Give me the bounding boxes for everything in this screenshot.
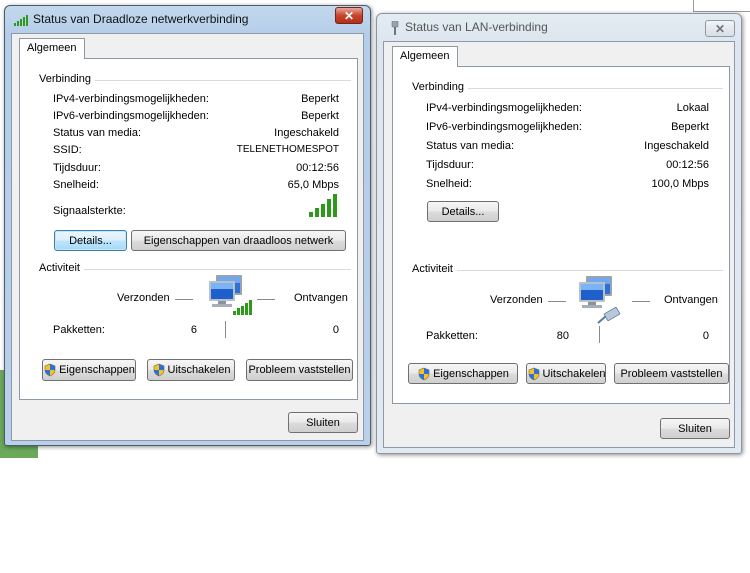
duration-label: Tijdsduur:	[426, 159, 474, 171]
close-button[interactable]: Sluiten	[288, 412, 358, 433]
packets-sent-value: 80	[556, 330, 569, 342]
lan-status-window: Status van LAN-verbinding ✕ Algemeen Ver…	[376, 13, 742, 454]
wireless-client-area: Algemeen Verbinding IPv4-verbindingsmoge…	[11, 33, 364, 441]
ipv6-value: Beperkt	[671, 121, 709, 133]
disable-button-label: Uitschakelen	[167, 364, 231, 376]
background-window-corner	[693, 0, 750, 12]
media-status-label: Status van media:	[426, 140, 515, 152]
media-status-label: Status van media:	[53, 127, 142, 139]
ipv4-value: Lokaal	[676, 102, 709, 114]
ipv4-label: IPv4-verbindingsmogelijkheden:	[53, 93, 209, 105]
ipv6-label: IPv6-verbindingsmogelijkheden:	[53, 110, 209, 122]
packets-sent-value: 6	[190, 324, 197, 336]
packets-divider	[599, 326, 600, 343]
ipv6-label: IPv6-verbindingsmogelijkheden:	[426, 121, 582, 133]
wireless-status-window: Status van Draadloze netwerkverbinding ✕…	[4, 5, 371, 446]
details-button[interactable]: Details...	[54, 230, 127, 251]
received-line	[632, 301, 650, 302]
close-window-button[interactable]: ✕	[335, 7, 363, 24]
packets-received-value: 0	[702, 330, 709, 342]
speed-label: Snelheid:	[53, 179, 99, 191]
signal-strength-bars-icon	[309, 194, 337, 217]
uac-shield-icon	[418, 367, 430, 380]
connection-group-label: Verbinding	[39, 73, 95, 85]
tab-algemeen[interactable]: Algemeen	[392, 46, 458, 67]
details-button[interactable]: Details...	[427, 201, 499, 222]
uac-shield-icon	[153, 363, 164, 377]
ipv4-label: IPv4-verbindingsmogelijkheden:	[426, 102, 582, 114]
wireless-properties-button[interactable]: Eigenschappen van draadloos netwerk	[131, 230, 346, 251]
ssid-value: TELENETHOMESPOT	[236, 144, 339, 155]
window-title: Status van Draadloze netwerkverbinding	[33, 12, 249, 26]
packets-label: Pakketten:	[53, 324, 105, 336]
wireless-titlebar[interactable]: Status van Draadloze netwerkverbinding ✕	[5, 6, 370, 33]
diagnose-button[interactable]: Probleem vaststellen	[614, 363, 729, 384]
duration-value: 00:12:56	[666, 159, 709, 171]
media-status-value: Ingeschakeld	[644, 140, 709, 152]
activity-group-line	[40, 269, 351, 270]
properties-button-label: Eigenschappen	[59, 364, 135, 376]
general-tab-panel: Verbinding IPv4-verbindingsmogelijkheden…	[19, 58, 358, 400]
received-label: Ontvangen	[294, 292, 348, 304]
connection-group-label: Verbinding	[412, 81, 468, 93]
signal-strength-label: Signaalsterkte:	[53, 205, 126, 217]
close-window-button[interactable]: ✕	[705, 20, 735, 37]
general-tab-panel: Verbinding IPv4-verbindingsmogelijkheden…	[392, 66, 730, 404]
wireless-signal-icon	[14, 15, 28, 26]
packets-label: Pakketten:	[426, 330, 478, 342]
speed-label: Snelheid:	[426, 178, 472, 190]
disable-button-label: Uitschakelen	[542, 367, 606, 380]
sent-line	[548, 301, 566, 302]
close-icon: ✕	[343, 8, 355, 23]
window-title: Status van LAN-verbinding	[405, 20, 548, 34]
disable-button[interactable]: Uitschakelen	[526, 363, 606, 384]
network-cable-icon	[597, 307, 621, 324]
speed-value: 100,0 Mbps	[651, 178, 709, 190]
activity-group-line	[413, 270, 723, 271]
packets-divider	[225, 321, 226, 338]
ipv4-value: Beperkt	[301, 93, 339, 105]
lan-client-area: Algemeen Verbinding IPv4-verbindingsmoge…	[383, 41, 735, 448]
sent-line	[175, 299, 193, 300]
activity-group-label: Activiteit	[39, 262, 84, 274]
duration-value: 00:12:56	[296, 162, 339, 174]
ssid-label: SSID:	[53, 144, 82, 156]
ipv6-value: Beperkt	[301, 110, 339, 122]
network-plug-icon	[391, 21, 399, 35]
speed-value: 65,0 Mbps	[287, 179, 339, 191]
uac-shield-icon	[44, 363, 56, 377]
diagnose-button[interactable]: Probleem vaststellen	[246, 359, 353, 381]
activity-group-label: Activiteit	[412, 263, 457, 275]
sent-label: Verzonden	[117, 292, 170, 304]
close-icon: ✕	[714, 21, 726, 36]
packets-received-value: 0	[332, 324, 339, 336]
received-line	[257, 299, 275, 300]
wireless-badge-icon	[233, 300, 252, 315]
disable-button[interactable]: Uitschakelen	[147, 359, 235, 381]
properties-button-label: Eigenschappen	[433, 367, 509, 380]
lan-titlebar[interactable]: Status van LAN-verbinding ✕	[377, 14, 741, 41]
properties-button[interactable]: Eigenschappen	[42, 359, 136, 381]
tab-algemeen[interactable]: Algemeen	[19, 38, 85, 59]
sent-label: Verzonden	[490, 294, 543, 306]
properties-button[interactable]: Eigenschappen	[408, 363, 518, 384]
close-button[interactable]: Sluiten	[660, 418, 730, 439]
received-label: Ontvangen	[664, 294, 718, 306]
duration-label: Tijdsduur:	[53, 162, 101, 174]
media-status-value: Ingeschakeld	[274, 127, 339, 139]
uac-shield-icon	[528, 367, 539, 380]
